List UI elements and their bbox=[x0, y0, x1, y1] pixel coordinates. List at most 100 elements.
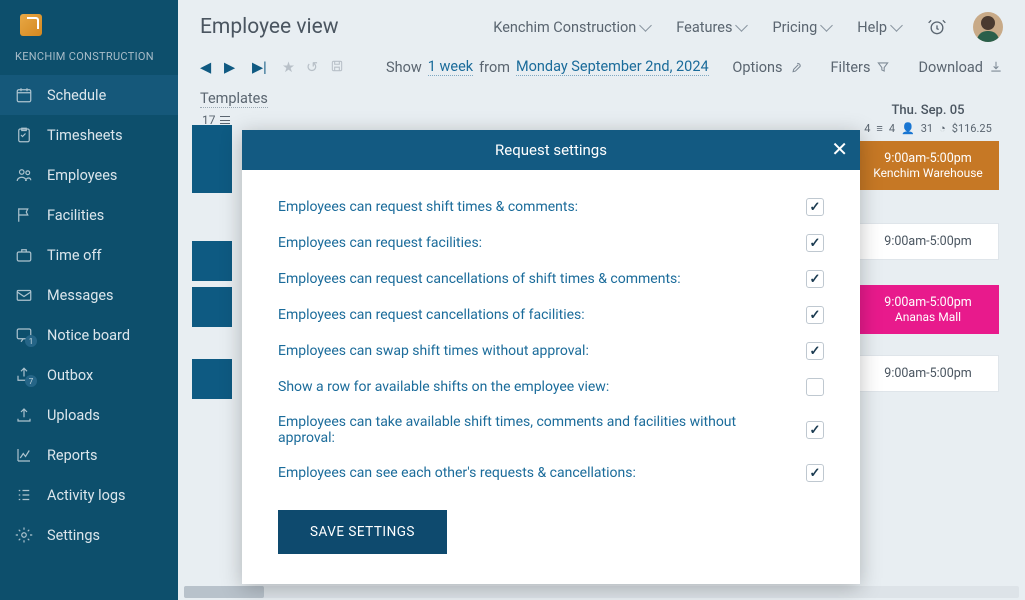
show-label: Show bbox=[386, 59, 422, 76]
day-header: Thu. Sep. 05 4≡ 4👤 31◔ $116.25 bbox=[857, 103, 999, 135]
toolbar: ◀ ▶ ▶| ★ ↺ Show 1 week from Monday Septe… bbox=[178, 48, 1025, 84]
checkbox-5[interactable] bbox=[806, 378, 824, 396]
sidebar-item-label: Facilities bbox=[47, 207, 104, 224]
checkbox-3[interactable] bbox=[806, 306, 824, 324]
sidebar-item-label: Timesheets bbox=[47, 127, 123, 144]
shift-cell-1[interactable]: 9:00am-5:00pm bbox=[857, 223, 999, 260]
alarm-icon[interactable] bbox=[927, 17, 947, 37]
star-button[interactable]: ★ bbox=[282, 59, 298, 75]
topnav-pricing[interactable]: Pricing bbox=[772, 19, 831, 36]
users-icon bbox=[15, 166, 33, 184]
sidebar-item-uploads[interactable]: Uploads bbox=[0, 395, 178, 435]
request-settings-modal: Request settings ✕ Employees can request… bbox=[242, 130, 860, 584]
notice-badge: 1 bbox=[25, 335, 37, 347]
topnav-features[interactable]: Features bbox=[676, 19, 746, 36]
undo-button[interactable]: ↺ bbox=[306, 59, 322, 75]
list-icon: ≡ bbox=[876, 122, 882, 135]
close-icon[interactable]: ✕ bbox=[831, 139, 848, 159]
checkbox-2[interactable] bbox=[806, 270, 824, 288]
setting-row-7: Employees can see each other's requests … bbox=[278, 464, 824, 482]
modal-header: Request settings ✕ bbox=[242, 130, 860, 170]
sidebar-item-timesheets[interactable]: Timesheets bbox=[0, 115, 178, 155]
wrench-icon bbox=[789, 60, 803, 74]
sidebar-item-label: Schedule bbox=[47, 87, 106, 104]
next-button[interactable]: ▶ bbox=[224, 59, 240, 75]
sidebar-item-settings[interactable]: Settings bbox=[0, 515, 178, 555]
sidebar-item-label: Uploads bbox=[47, 407, 100, 424]
chat-icon: 1 bbox=[15, 326, 33, 344]
sidebar-item-label: Settings bbox=[47, 527, 100, 544]
employee-block-0[interactable] bbox=[192, 125, 232, 193]
sidebar-item-outbox[interactable]: 7 Outbox bbox=[0, 355, 178, 395]
templates-link[interactable]: Templates bbox=[200, 90, 268, 108]
checkbox-7[interactable] bbox=[806, 464, 824, 482]
chevron-down-icon bbox=[890, 19, 903, 32]
clipboard-check-icon bbox=[15, 126, 33, 144]
employee-block-2[interactable] bbox=[192, 287, 232, 327]
shift-cell-0[interactable]: 9:00am-5:00pmKenchim Warehouse bbox=[857, 141, 999, 190]
person-icon: 👤 bbox=[901, 122, 915, 135]
checkbox-6[interactable] bbox=[806, 421, 824, 439]
topbar: Employee view Kenchim Construction Featu… bbox=[178, 0, 1025, 48]
scrollbar-thumb[interactable] bbox=[184, 586, 264, 598]
setting-row-6: Employees can take available shift times… bbox=[278, 414, 824, 446]
top-nav: Kenchim Construction Features Pricing He… bbox=[493, 12, 1003, 42]
setting-row-1: Employees can request facilities: bbox=[278, 234, 824, 252]
prev-button[interactable]: ◀ bbox=[200, 59, 216, 75]
sidebar-item-messages[interactable]: Messages bbox=[0, 275, 178, 315]
org-name: KENCHIM CONSTRUCTION bbox=[0, 50, 178, 75]
rows-icon bbox=[220, 116, 230, 124]
sidebar-item-label: Messages bbox=[47, 287, 114, 304]
sidebar-item-label: Notice board bbox=[47, 327, 130, 344]
logo-icon bbox=[20, 14, 42, 36]
sidebar-item-label: Time off bbox=[47, 247, 102, 264]
calendar-icon bbox=[15, 86, 33, 104]
save-icon-button[interactable] bbox=[330, 59, 346, 75]
sidebar-item-label: Outbox bbox=[47, 367, 93, 384]
horizontal-scrollbar[interactable] bbox=[184, 586, 1019, 598]
topnav-help[interactable]: Help bbox=[857, 19, 901, 36]
shift-cell-3[interactable]: 9:00am-5:00pm bbox=[857, 355, 999, 392]
options-button[interactable]: Options bbox=[732, 59, 802, 76]
avatar[interactable] bbox=[973, 12, 1003, 42]
mail-icon bbox=[15, 286, 33, 304]
sidebar-item-facilities[interactable]: Facilities bbox=[0, 195, 178, 235]
checkbox-0[interactable] bbox=[806, 198, 824, 216]
page-title: Employee view bbox=[200, 15, 339, 39]
topnav-org[interactable]: Kenchim Construction bbox=[493, 19, 650, 36]
sidebar-item-label: Employees bbox=[47, 167, 117, 184]
from-date-select[interactable]: Monday September 2nd, 2024 bbox=[516, 58, 709, 76]
sidebar: KENCHIM CONSTRUCTION Schedule Timesheets… bbox=[0, 0, 178, 600]
sidebar-item-time-off[interactable]: Time off bbox=[0, 235, 178, 275]
sidebar-item-label: Activity logs bbox=[47, 487, 126, 504]
chart-icon bbox=[15, 446, 33, 464]
gear-icon bbox=[15, 526, 33, 544]
filters-button[interactable]: Filters bbox=[831, 59, 891, 76]
toolbar-right: Options Filters Download bbox=[732, 59, 1003, 76]
shift-cell-2[interactable]: 9:00am-5:00pmAnanas Mall bbox=[857, 285, 999, 334]
chevron-down-icon bbox=[639, 19, 652, 32]
day-label: Thu. Sep. 05 bbox=[857, 103, 999, 118]
sidebar-item-label: Reports bbox=[47, 447, 98, 464]
download-button[interactable]: Download bbox=[918, 59, 1003, 76]
sidebar-item-reports[interactable]: Reports bbox=[0, 435, 178, 475]
download-icon bbox=[989, 60, 1003, 74]
checkbox-1[interactable] bbox=[806, 234, 824, 252]
logo-area[interactable] bbox=[0, 0, 178, 50]
sidebar-item-notice-board[interactable]: 1 Notice board bbox=[0, 315, 178, 355]
sidebar-item-activity-logs[interactable]: Activity logs bbox=[0, 475, 178, 515]
sidebar-item-schedule[interactable]: Schedule bbox=[0, 75, 178, 115]
range-select[interactable]: 1 week bbox=[428, 58, 473, 76]
setting-row-2: Employees can request cancellations of s… bbox=[278, 270, 824, 288]
upload-icon bbox=[15, 406, 33, 424]
modal-title: Request settings bbox=[495, 141, 607, 159]
employee-block-1[interactable] bbox=[192, 241, 232, 281]
clock-icon: ◔ bbox=[939, 122, 946, 135]
setting-row-3: Employees can request cancellations of f… bbox=[278, 306, 824, 324]
setting-row-0: Employees can request shift times & comm… bbox=[278, 198, 824, 216]
checkbox-4[interactable] bbox=[806, 342, 824, 360]
employee-block-3[interactable] bbox=[192, 359, 232, 399]
save-settings-button[interactable]: SAVE SETTINGS bbox=[278, 510, 447, 554]
skip-end-button[interactable]: ▶| bbox=[252, 59, 268, 75]
sidebar-item-employees[interactable]: Employees bbox=[0, 155, 178, 195]
